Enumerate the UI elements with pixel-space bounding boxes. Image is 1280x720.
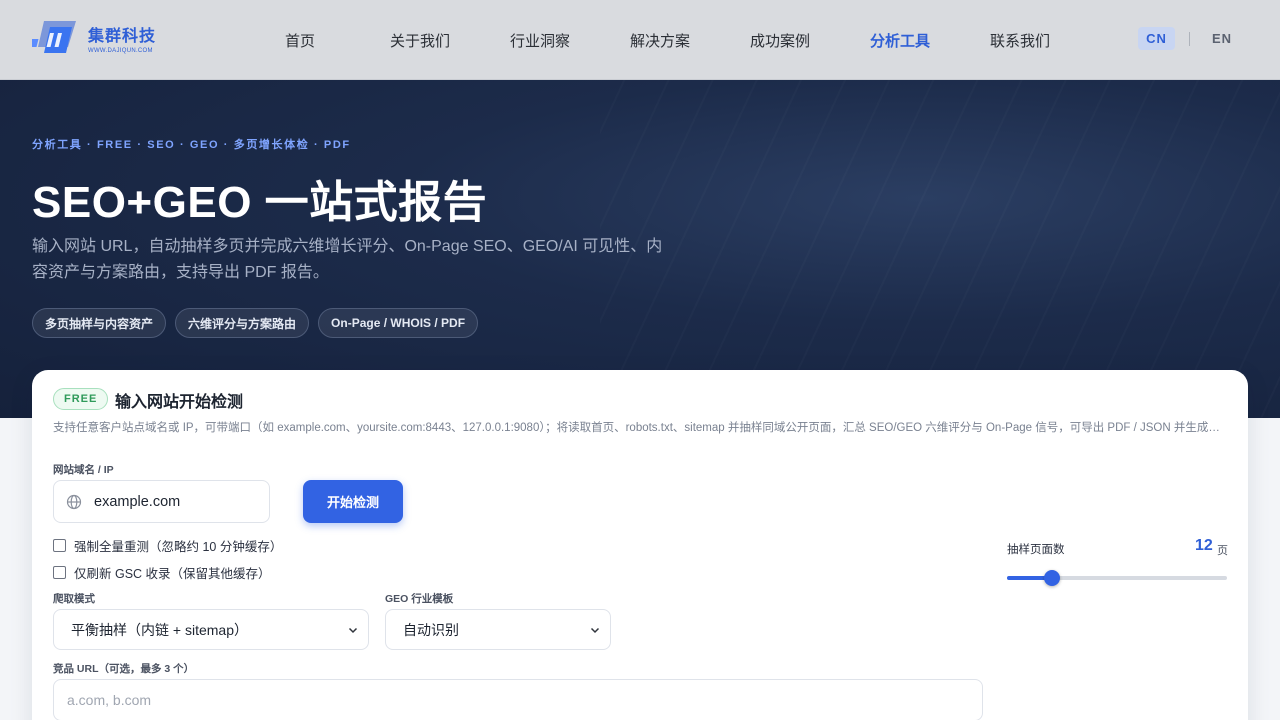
force-full-label: 强制全量重测（忽略约 10 分钟缓存） xyxy=(74,540,283,554)
brand-logo[interactable]: 集群科技 WWW.DAJIQUN.COM xyxy=(32,16,182,60)
crawl-mode-label: 爬取模式 xyxy=(53,593,95,605)
force-full-checkbox[interactable] xyxy=(53,539,66,552)
gsc-only-checkbox[interactable] xyxy=(53,566,66,579)
geo-template-select[interactable]: 自动识别 xyxy=(385,609,611,650)
gsc-only-label: 仅刷新 GSC 收录（保留其他缓存） xyxy=(74,567,271,581)
lang-divider xyxy=(1188,31,1190,46)
sample-pages-slider[interactable] xyxy=(1007,570,1227,586)
gsc-only-option[interactable]: 仅刷新 GSC 收录（保留其他缓存） xyxy=(53,563,271,582)
form-description: 支持任意客户站点域名或 IP，可带端口（如 example.com、yoursi… xyxy=(53,422,1223,434)
feature-chip: 多页抽样与内容资产 xyxy=(32,308,167,338)
hero-description: 输入网站 URL，自动抽样多页并完成六维增长评分、On-Page SEO、GEO… xyxy=(32,238,663,281)
slider-thumb[interactable] xyxy=(1043,570,1060,586)
url-label: 网站域名 / IP xyxy=(53,464,114,476)
hero-eyebrow: 分析工具 · FREE · SEO · GEO · 多页增长体检 · PDF xyxy=(32,139,351,151)
hero-title: SEO+GEO 一站式报告 xyxy=(32,178,488,227)
chevron-down-icon xyxy=(348,627,358,633)
url-input-value: example.com xyxy=(94,493,181,510)
nav-item-insights[interactable]: 行业洞察 xyxy=(480,30,600,51)
nav-item-cases[interactable]: 成功案例 xyxy=(720,30,840,51)
sample-pages-unit: 页 xyxy=(1217,545,1228,557)
language-switcher: CN EN xyxy=(1138,27,1240,50)
competitor-url-placeholder: a.com, b.com xyxy=(67,692,152,708)
start-check-button[interactable]: 开始检测 xyxy=(303,480,403,523)
form-title: 输入网站开始检测 xyxy=(115,394,244,411)
hero-background-pattern xyxy=(600,80,1280,418)
force-full-option[interactable]: 强制全量重测（忽略约 10 分钟缓存） xyxy=(53,536,282,555)
nav-item-solutions[interactable]: 解决方案 xyxy=(600,30,720,51)
logo-icon xyxy=(32,21,76,53)
nav-item-tools[interactable]: 分析工具 xyxy=(840,30,960,51)
globe-icon xyxy=(66,494,82,509)
geo-template-label: GEO 行业模板 xyxy=(385,593,454,605)
geo-template-value: 自动识别 xyxy=(403,621,459,638)
feature-chip: 六维评分与方案路由 xyxy=(175,308,310,338)
nav-item-home[interactable]: 首页 xyxy=(240,30,360,51)
nav-item-about[interactable]: 关于我们 xyxy=(360,30,480,51)
url-input[interactable]: example.com xyxy=(53,480,270,523)
brand-domain: WWW.DAJIQUN.COM xyxy=(88,48,153,54)
competitor-url-input[interactable]: a.com, b.com xyxy=(53,679,983,720)
sample-pages-value: 12 xyxy=(1195,537,1213,554)
brand-name: 集群科技 xyxy=(88,28,157,45)
nav-item-contact[interactable]: 联系我们 xyxy=(960,30,1080,51)
top-nav: 集群科技 WWW.DAJIQUN.COM 首页 关于我们 行业洞察 解决方案 成… xyxy=(0,0,1280,80)
competitor-label: 竞品 URL（可选，最多 3 个） xyxy=(53,663,195,675)
sample-pages-label: 抽样页面数 xyxy=(1007,544,1065,556)
feature-chip: On-Page / WHOIS / PDF xyxy=(318,308,479,338)
hero-section: 分析工具 · FREE · SEO · GEO · 多页增长体检 · PDF S… xyxy=(0,80,1280,418)
lang-cn-button[interactable]: CN xyxy=(1138,27,1175,50)
crawl-mode-value: 平衡抽样（内链 + sitemap） xyxy=(71,621,248,638)
check-form-card: FREE 输入网站开始检测 支持任意客户站点域名或 IP，可带端口（如 exam… xyxy=(32,370,1248,720)
lang-en-button[interactable]: EN xyxy=(1204,27,1240,50)
feature-chips: 多页抽样与内容资产 六维评分与方案路由 On-Page / WHOIS / PD… xyxy=(32,308,479,338)
chevron-down-icon xyxy=(590,627,600,633)
crawl-mode-select[interactable]: 平衡抽样（内链 + sitemap） xyxy=(53,609,369,650)
nav-menu: 首页 关于我们 行业洞察 解决方案 成功案例 分析工具 联系我们 xyxy=(240,0,1080,80)
free-badge: FREE xyxy=(53,388,109,410)
